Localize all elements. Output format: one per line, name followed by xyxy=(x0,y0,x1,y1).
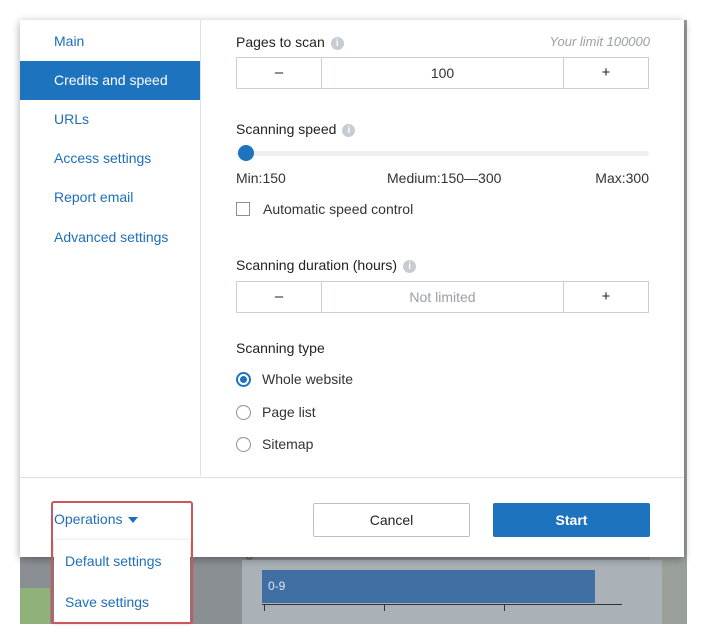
background-chart-tick xyxy=(264,605,265,611)
auto-speed-control[interactable]: Automatic speed control xyxy=(236,201,413,217)
sidebar-item-report-email[interactable]: Report email xyxy=(20,178,200,217)
radio-label: Whole website xyxy=(262,371,354,387)
sidebar-item-access-settings[interactable]: Access settings xyxy=(20,139,200,178)
background-chart-tick xyxy=(384,605,385,611)
sidebar-item-urls[interactable]: URLs xyxy=(20,100,200,139)
radio-label: Sitemap xyxy=(262,436,314,452)
radio-page-list[interactable]: Page list xyxy=(236,404,316,420)
operations-label: Operations xyxy=(54,511,123,527)
info-icon[interactable]: i xyxy=(403,259,417,273)
pages-increment-button[interactable]: + xyxy=(563,58,648,88)
operations-menu: Default settings Save settings xyxy=(54,540,190,622)
pages-stepper: – 100 + xyxy=(236,57,649,89)
auto-speed-label: Automatic speed control xyxy=(263,201,414,217)
pages-limit-note: Your limit 100000 xyxy=(549,34,650,49)
menu-item-save-settings[interactable]: Save settings xyxy=(65,594,149,610)
speed-slider-thumb[interactable] xyxy=(238,145,254,161)
scanning-speed-label: Scanning speed xyxy=(236,121,337,137)
scan-settings-dialog: Main Credits and speed URLs Access setti… xyxy=(20,20,684,557)
duration-value-input[interactable]: Not limited xyxy=(322,282,563,312)
duration-increment-button[interactable]: + xyxy=(563,282,648,312)
background-panel xyxy=(20,588,50,624)
operations-dropdown[interactable]: Operations xyxy=(54,511,139,527)
scanning-duration-label: Scanning duration (hours) xyxy=(236,257,398,273)
start-button[interactable]: Start xyxy=(493,503,650,537)
sidebar-item-credits-and-speed[interactable]: Credits and speed xyxy=(20,61,200,100)
duration-decrement-button[interactable]: – xyxy=(237,282,322,312)
scanning-duration-heading: Scanning duration (hours) i xyxy=(236,257,417,273)
pages-value-input[interactable]: 100 xyxy=(322,58,563,88)
pages-decrement-button[interactable]: – xyxy=(237,58,322,88)
radio-label: Page list xyxy=(262,404,316,420)
settings-sidebar: Main Credits and speed URLs Access setti… xyxy=(20,20,201,476)
background-chart-bar: 0-9 xyxy=(262,570,595,603)
cancel-button[interactable]: Cancel xyxy=(313,503,470,537)
menu-item-default-settings[interactable]: Default settings xyxy=(65,553,162,569)
speed-min-label: Min:150 xyxy=(236,170,286,186)
pages-to-scan-heading: Pages to scan i xyxy=(236,34,344,50)
radio-button[interactable] xyxy=(236,436,251,452)
radio-button[interactable] xyxy=(236,371,251,387)
speed-max-label: Max:300 xyxy=(595,170,649,186)
radio-sitemap[interactable]: Sitemap xyxy=(236,436,313,452)
background-chart: Ch 0-9 xyxy=(242,546,662,624)
chevron-down-icon xyxy=(128,517,139,524)
scanning-type-label: Scanning type xyxy=(236,340,325,356)
duration-stepper: – Not limited + xyxy=(236,281,649,313)
background-chart-axis xyxy=(262,604,622,605)
sidebar-item-main[interactable]: Main xyxy=(20,22,200,61)
info-icon[interactable]: i xyxy=(342,123,356,137)
sidebar-item-advanced-settings[interactable]: Advanced settings xyxy=(20,218,200,257)
radio-whole-website[interactable]: Whole website xyxy=(236,371,353,387)
auto-speed-checkbox[interactable] xyxy=(236,202,250,216)
scanning-speed-heading: Scanning speed i xyxy=(236,121,356,137)
speed-medium-label: Medium:150—300 xyxy=(387,170,502,186)
speed-slider-track[interactable] xyxy=(236,151,649,156)
pages-to-scan-label: Pages to scan xyxy=(236,34,325,50)
background-chart-tick xyxy=(504,605,505,611)
info-icon[interactable]: i xyxy=(330,36,344,50)
radio-button[interactable] xyxy=(236,404,251,420)
